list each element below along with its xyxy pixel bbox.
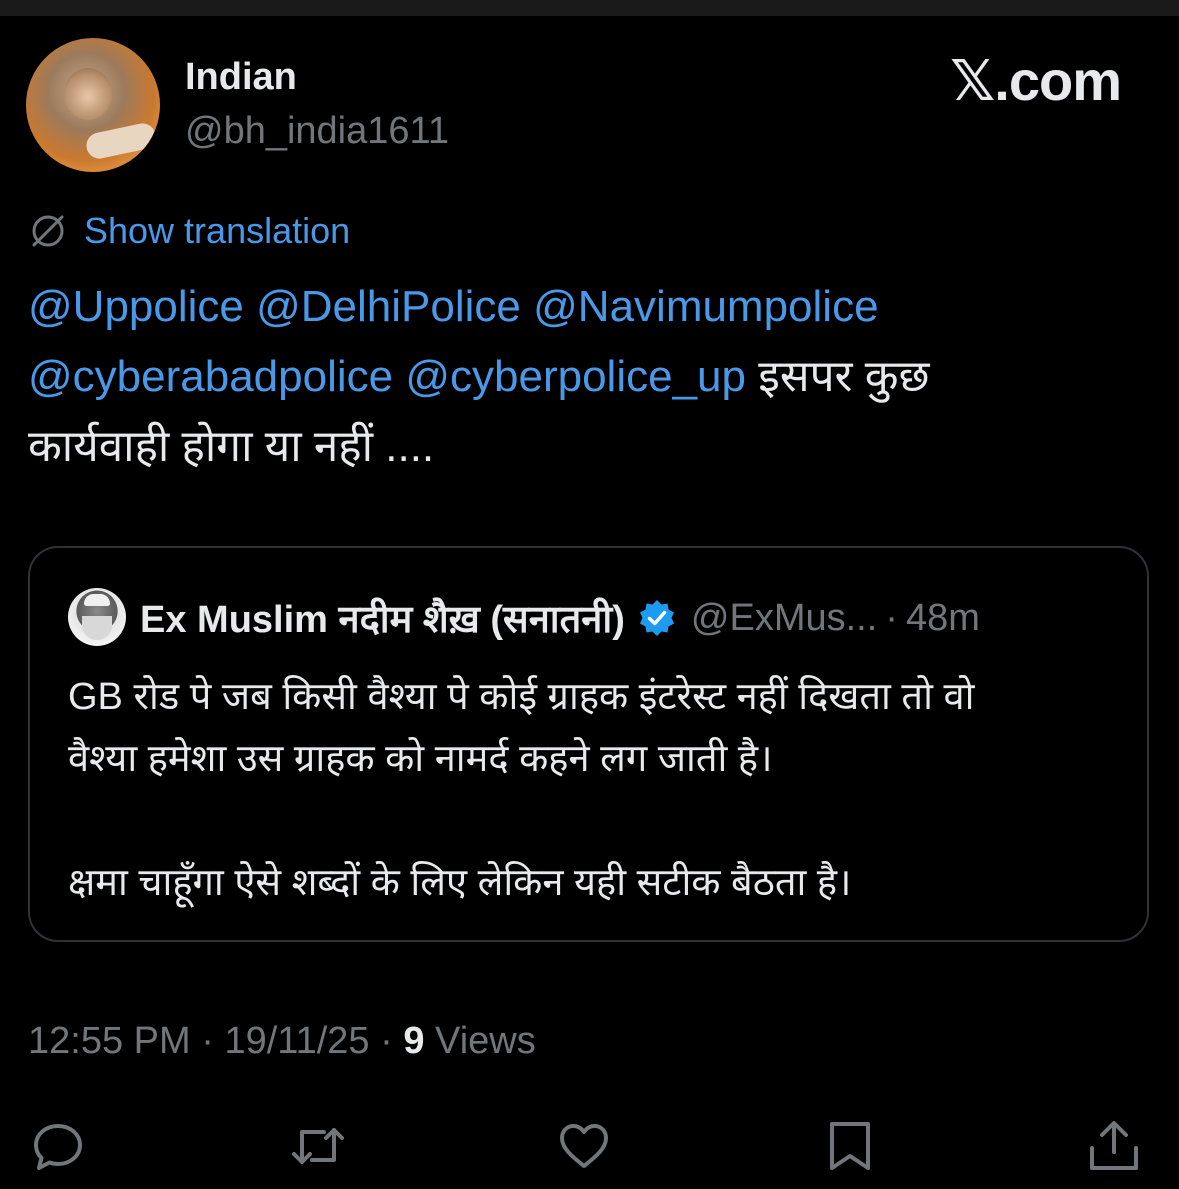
tweet-line-1: @Uppolice @DelhiPolice @Navimumpolice <box>28 272 1148 342</box>
quoted-tweet-text: GB रोड पे जब किसी वैश्या पे कोई ग्राहक इ… <box>68 666 1128 914</box>
tweet-time[interactable]: 12:55 PM <box>28 1020 191 1062</box>
share-button[interactable] <box>1086 1118 1142 1174</box>
author-handle[interactable]: @bh_india1611 <box>185 110 449 153</box>
show-translation-button[interactable]: Show translation <box>28 210 350 252</box>
views-count: 9 <box>403 1020 425 1062</box>
tweet-text-tail-1: इसपर कुछ <box>758 352 930 401</box>
quoted-author-name[interactable]: Ex Muslim नदीम शैख़ (सनातनी) <box>140 592 625 644</box>
reply-icon <box>34 1124 82 1170</box>
quoted-separator: · <box>885 596 898 639</box>
mention-cyberpolice-up[interactable]: @cyberpolice_up <box>405 352 746 401</box>
retweet-button[interactable] <box>290 1118 346 1174</box>
status-band <box>0 0 1179 16</box>
avatar-beard <box>82 616 112 640</box>
mention-cyberabadpolice[interactable]: @cyberabadpolice <box>28 352 393 401</box>
globe-icon <box>32 215 64 247</box>
author-avatar[interactable] <box>26 38 160 172</box>
quoted-author-handle[interactable]: @ExMus... <box>691 597 877 640</box>
quoted-line-3: क्षमा चाहूँगा ऐसे शब्दों के लिए लेकिन यह… <box>68 862 852 904</box>
mention-navimumpolice[interactable]: @Navimumpolice <box>533 282 878 331</box>
verified-badge-icon <box>639 600 674 636</box>
author-name[interactable]: Indian <box>185 56 297 99</box>
avatar-face <box>64 68 112 120</box>
avatar-cap <box>84 594 110 606</box>
show-translation-label: Show translation <box>84 210 351 251</box>
views-label: Views <box>435 1020 536 1062</box>
bookmark-icon <box>830 1122 870 1170</box>
meta-separator: · <box>380 1020 393 1062</box>
quoted-timestamp[interactable]: 48m <box>906 597 980 640</box>
quoted-line-2: वैश्या हमेशा उस ग्राहक को नामर्द कहने लग… <box>68 738 773 780</box>
tweet-date[interactable]: 19/11/25 <box>224 1020 369 1062</box>
like-button[interactable] <box>556 1118 612 1174</box>
avatar-hand <box>84 121 158 161</box>
meta-separator: · <box>201 1020 214 1062</box>
quoted-tweet-header: Ex Muslim नदीम शैख़ (सनातनी) @ExMus... ·… <box>140 592 980 644</box>
tweet-line-3: कार्यवाही होगा या नहीं .... <box>28 422 435 471</box>
retweet-icon <box>292 1128 344 1164</box>
bookmark-button[interactable] <box>822 1118 878 1174</box>
quoted-line-1: GB रोड पे जब किसी वैश्या पे कोई ग्राहक इ… <box>68 676 975 718</box>
tweet-meta: 12:55 PM · 19/11/25 · 9 Views <box>28 1020 536 1063</box>
mention-delhipolice[interactable]: @DelhiPolice <box>256 282 521 331</box>
mention-uppolice[interactable]: @Uppolice <box>28 282 244 331</box>
quoted-author-avatar[interactable] <box>68 588 126 646</box>
reply-button[interactable] <box>30 1118 86 1174</box>
like-icon <box>560 1124 608 1168</box>
x-brand-logo: 𝕏.com <box>950 49 1122 112</box>
tweet-line-2: @cyberabadpolice @cyberpolice_up इसपर कु… <box>28 342 1148 412</box>
quoted-tweet-card[interactable]: Ex Muslim नदीम शैख़ (सनातनी) @ExMus... ·… <box>28 546 1149 942</box>
share-icon <box>1090 1121 1138 1170</box>
tweet-text: @Uppolice @DelhiPolice @Navimumpolice @c… <box>28 272 1148 482</box>
